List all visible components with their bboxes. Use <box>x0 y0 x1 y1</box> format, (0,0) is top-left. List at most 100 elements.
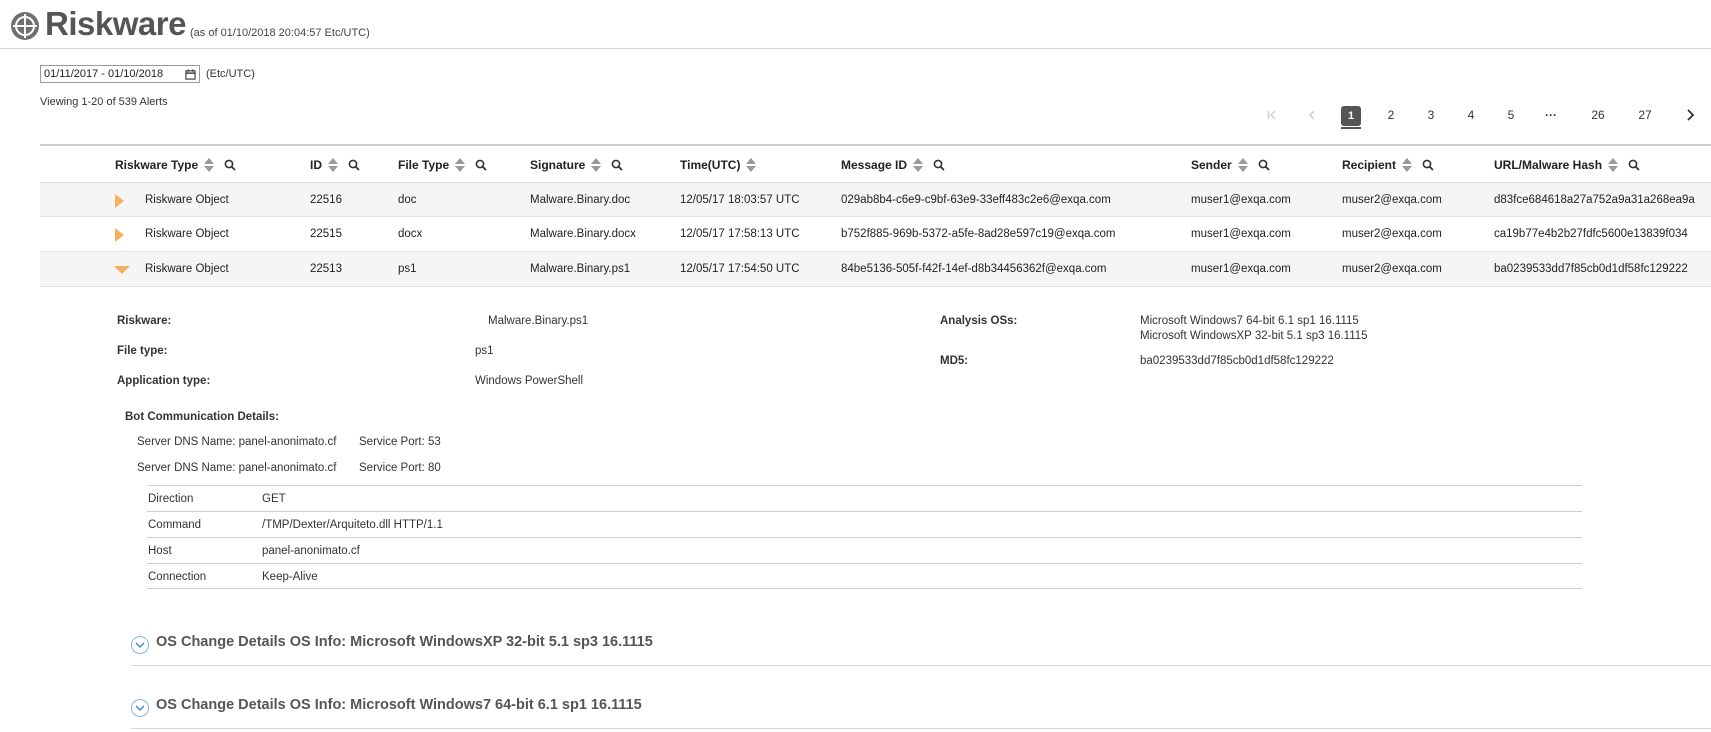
md5-label: MD5: <box>940 355 969 367</box>
sort-icon[interactable] <box>746 158 757 172</box>
http-row-direction: Direction GET <box>147 485 1582 511</box>
cell-hash: ba0239533dd7f85cb0d1df58fc129222 <box>1494 263 1688 275</box>
cell-recipient: muser2@exqa.com <box>1342 228 1442 240</box>
cell-signature: Malware.Binary.doc <box>530 194 631 206</box>
column-header-signature[interactable]: Signature <box>530 158 623 172</box>
table-row[interactable]: Riskware Object 22516 doc Malware.Binary… <box>40 182 1711 217</box>
cell-message-id: b752f885-969b-5372-a5fe-8ad28e597c19@exq… <box>841 228 1116 240</box>
analysis-os-value-2: Microsoft WindowsXP 32-bit 5.1 sp3 16.11… <box>1140 330 1368 342</box>
cell-time: 12/05/17 17:58:13 UTC <box>680 228 800 240</box>
os-change-section-xp[interactable]: OS Change Details OS Info: Microsoft Win… <box>131 634 1711 666</box>
sort-icon[interactable] <box>913 158 924 172</box>
page-button-2[interactable]: 2 <box>1380 103 1402 127</box>
sort-icon[interactable] <box>328 158 338 172</box>
search-icon[interactable] <box>1258 159 1270 171</box>
column-header-file-type[interactable]: File Type <box>398 158 487 172</box>
cell-riskware-type: Riskware Object <box>145 263 229 275</box>
search-icon[interactable] <box>1422 159 1434 171</box>
application-type-value: Windows PowerShell <box>475 375 584 387</box>
server-dns-name: Server DNS Name: panel-anonimato.cf <box>137 436 337 448</box>
cell-file-type: ps1 <box>398 263 417 275</box>
page-button-1[interactable]: 1 <box>1338 103 1364 129</box>
cell-file-type: doc <box>398 194 417 206</box>
cell-file-type: docx <box>398 228 423 240</box>
md5-value: ba0239533dd7f85cb0d1df58fc129222 <box>1140 355 1334 367</box>
search-icon[interactable] <box>348 159 360 171</box>
chevron-down-circle-icon[interactable] <box>131 699 149 717</box>
column-header-id[interactable]: ID <box>310 158 360 172</box>
cell-id: 22515 <box>310 228 342 240</box>
page-header: Riskware (as of 01/10/2018 20:04:57 Etc/… <box>0 0 1711 49</box>
http-details-table: Direction GET Command /TMP/Dexter/Arquit… <box>147 485 1582 589</box>
file-type-value: ps1 <box>475 345 494 357</box>
column-header-time[interactable]: Time(UTC) <box>680 158 757 172</box>
riskware-value: Malware.Binary.ps1 <box>488 315 589 327</box>
cell-signature: Malware.Binary.docx <box>530 228 636 240</box>
sort-icon[interactable] <box>591 158 602 172</box>
analysis-os-label: Analysis OSs: <box>940 315 1018 327</box>
cell-hash: ca19b77e4b2b27fdfc5600e13839f034 <box>1494 228 1688 240</box>
chevron-down-circle-icon[interactable] <box>131 636 149 654</box>
section-title: OS Change Details OS Info: Microsoft Win… <box>156 697 642 713</box>
file-type-label: File type: <box>117 345 168 357</box>
search-icon[interactable] <box>1628 159 1640 171</box>
os-change-section-win7[interactable]: OS Change Details OS Info: Microsoft Win… <box>131 697 1711 729</box>
analysis-os-value-1: Microsoft Windows7 64-bit 6.1 sp1 16.111… <box>1140 315 1359 327</box>
prev-page-icon[interactable] <box>1302 103 1322 127</box>
cell-message-id: 029ab8b4-c6e9-c9bf-63e9-33eff483c2e6@exq… <box>841 194 1111 206</box>
cell-id: 22513 <box>310 263 342 275</box>
server-dns-name: Server DNS Name: panel-anonimato.cf <box>137 462 337 474</box>
service-port: Service Port: 80 <box>359 462 441 474</box>
search-icon[interactable] <box>611 159 623 171</box>
next-page-icon[interactable] <box>1680 103 1700 127</box>
cell-message-id: 84be5136-505f-f42f-14ef-d8b34456362f@exq… <box>841 263 1107 275</box>
column-header-recipient[interactable]: Recipient <box>1342 158 1434 172</box>
page-button-26[interactable]: 26 <box>1586 103 1610 127</box>
table-row[interactable]: Riskware Object 22515 docx Malware.Binar… <box>40 217 1711 252</box>
page-button-4[interactable]: 4 <box>1460 103 1482 127</box>
sort-icon[interactable] <box>1237 158 1248 172</box>
column-header-url-malware-hash[interactable]: URL/Malware Hash <box>1494 158 1640 172</box>
expand-triangle-icon[interactable] <box>115 228 124 242</box>
page-button-5[interactable]: 5 <box>1500 103 1522 127</box>
cell-time: 12/05/17 17:54:50 UTC <box>680 263 800 275</box>
column-header-message-id[interactable]: Message ID <box>841 158 945 172</box>
search-icon[interactable] <box>475 159 487 171</box>
http-row-connection: Connection Keep-Alive <box>147 563 1582 589</box>
page-button-3[interactable]: 3 <box>1420 103 1442 127</box>
http-row-host: Host panel-anonimato.cf <box>147 537 1582 563</box>
cell-time: 12/05/17 18:03:57 UTC <box>680 194 800 206</box>
date-range-input[interactable]: 01/11/2017 - 01/10/2018 <box>40 65 200 83</box>
cell-recipient: muser2@exqa.com <box>1342 263 1442 275</box>
application-type-label: Application type: <box>117 375 211 387</box>
bot-communication-title: Bot Communication Details: <box>125 411 279 423</box>
cell-sender: muser1@exqa.com <box>1191 194 1291 206</box>
column-header-riskware-type[interactable]: Riskware Type <box>115 158 236 172</box>
search-icon[interactable] <box>933 159 945 171</box>
cell-signature: Malware.Binary.ps1 <box>530 263 631 275</box>
page-ellipsis[interactable]: ··· <box>1540 103 1562 127</box>
calendar-icon[interactable] <box>185 68 196 80</box>
table-row-expanded[interactable]: Riskware Object 22513 ps1 Malware.Binary… <box>40 252 1711 287</box>
date-range-value: 01/11/2017 - 01/10/2018 <box>44 68 164 80</box>
search-icon[interactable] <box>224 159 236 171</box>
cell-sender: muser1@exqa.com <box>1191 228 1291 240</box>
cell-hash: d83fce684618a27a752a9a31a268ea9a <box>1494 194 1695 206</box>
collapse-triangle-icon[interactable] <box>114 266 130 274</box>
sort-icon[interactable] <box>1608 158 1619 172</box>
timezone-label: (Etc/UTC) <box>206 68 255 80</box>
cell-id: 22516 <box>310 194 342 206</box>
service-port: Service Port: 53 <box>359 436 441 448</box>
first-page-icon[interactable] <box>1262 103 1282 127</box>
column-header-sender[interactable]: Sender <box>1191 158 1270 172</box>
cell-recipient: muser2@exqa.com <box>1342 194 1442 206</box>
page-button-27[interactable]: 27 <box>1633 103 1657 127</box>
expand-triangle-icon[interactable] <box>115 194 124 208</box>
section-title: OS Change Details OS Info: Microsoft Win… <box>156 634 653 650</box>
sort-icon[interactable] <box>1402 158 1413 172</box>
sort-icon[interactable] <box>204 158 215 172</box>
sort-icon[interactable] <box>455 158 466 172</box>
riskware-label: Riskware: <box>117 315 172 327</box>
crosshair-globe-icon <box>11 12 39 40</box>
http-row-command: Command /TMP/Dexter/Arquiteto.dll HTTP/1… <box>147 511 1582 537</box>
